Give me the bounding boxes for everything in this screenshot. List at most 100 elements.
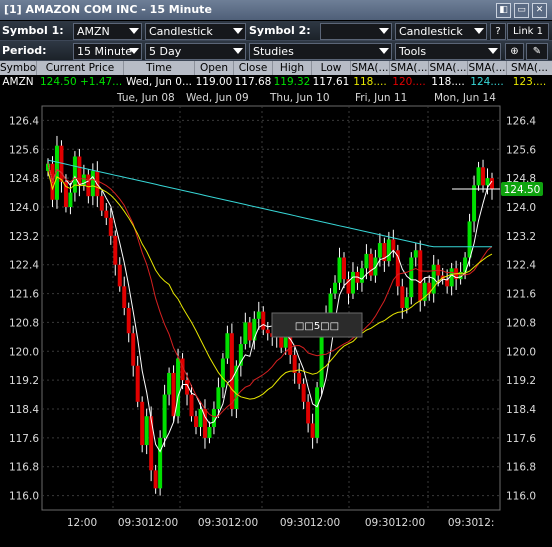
- y-tick-left: 120.8: [9, 317, 39, 329]
- candle-body: [68, 192, 73, 207]
- y-tick-left: 119.2: [9, 375, 39, 387]
- candle-body: [256, 311, 261, 319]
- candle-body: [328, 293, 333, 316]
- y-tick-right: 125.6: [506, 144, 536, 156]
- y-tick-left: 120.0: [9, 346, 39, 358]
- candle-body: [95, 170, 100, 197]
- x-tick: 09:30: [365, 517, 395, 529]
- candle-body: [261, 311, 266, 330]
- y-tick-right: 124.0: [506, 202, 536, 214]
- candle-body: [86, 174, 91, 197]
- candle-body: [265, 329, 270, 334]
- sma-line-cyan: [47, 159, 492, 248]
- y-tick-right: 120.0: [506, 346, 536, 358]
- y-tick-right: 119.2: [506, 375, 536, 387]
- candle-body: [409, 257, 414, 298]
- candle-body: [481, 167, 486, 186]
- candle-body: [117, 264, 122, 287]
- candle-body: [162, 394, 167, 438]
- candle-body: [104, 210, 109, 218]
- x-tick: 12:00: [228, 517, 258, 529]
- candle-body: [167, 372, 172, 395]
- candle-body: [176, 358, 181, 417]
- y-tick-right: 117.6: [506, 433, 536, 445]
- candle-body: [194, 416, 198, 428]
- y-tick-left: 125.6: [9, 144, 39, 156]
- candle-body: [216, 387, 221, 409]
- x-tick: 12:00: [148, 517, 178, 529]
- candle-body: [77, 156, 82, 186]
- candle-body: [153, 470, 158, 489]
- y-tick-right: 118.4: [506, 404, 536, 416]
- candle-body: [306, 401, 311, 424]
- y-tick-right: 123.2: [506, 231, 536, 243]
- price-chart[interactable]: 126.4 126.4125.6 125.6124.8 124.8124.0 124.0…: [0, 0, 552, 547]
- candle-body: [373, 257, 378, 276]
- candle-body: [418, 250, 423, 301]
- y-tick-right: 116.8: [506, 462, 536, 474]
- candle-body: [386, 239, 391, 262]
- candle-body: [413, 250, 418, 258]
- y-tick-left: 118.4: [9, 404, 39, 416]
- candle-body: [342, 257, 346, 280]
- candle-body: [171, 372, 176, 417]
- candle-body: [189, 394, 194, 417]
- y-tick-right: 121.6: [506, 289, 536, 301]
- candle-body: [144, 416, 149, 446]
- candle-body: [404, 297, 409, 308]
- candle-body: [198, 409, 203, 428]
- candle-body: [220, 358, 225, 388]
- candle-body: [301, 383, 306, 402]
- plot-frame: [41, 105, 501, 511]
- y-tick-right: 122.4: [506, 260, 536, 272]
- candle-body: [350, 271, 355, 294]
- y-tick-left: 117.6: [9, 433, 39, 445]
- candle-body: [337, 257, 342, 283]
- x-tick: 09:30: [118, 517, 148, 529]
- candle-body: [135, 365, 140, 402]
- x-tick: 09:30: [198, 517, 228, 529]
- candle-body: [364, 253, 369, 269]
- candle-body: [485, 178, 490, 186]
- x-tick: 12:00: [310, 517, 340, 529]
- candle-body: [391, 239, 396, 251]
- x-tick: 12:00: [67, 517, 97, 529]
- candle-body: [467, 221, 472, 258]
- candle-body: [149, 416, 154, 471]
- candle-body: [243, 322, 248, 345]
- x-tick: 12:00: [395, 517, 425, 529]
- candle-body: [315, 387, 320, 438]
- candle-body: [472, 185, 477, 222]
- y-tick-left: 121.6: [9, 289, 39, 301]
- candle-body: [247, 322, 252, 341]
- candle-body: [126, 308, 131, 334]
- candle-body: [90, 170, 95, 197]
- y-tick-left: 124.0: [9, 202, 39, 214]
- x-tick: 09:30: [280, 517, 310, 529]
- y-tick-left: 124.8: [9, 173, 39, 185]
- chart-window: [1] AMAZON COM INC - 15 Minute ◧ ▭ ✕ Sym…: [0, 0, 552, 547]
- y-tick-left: 126.4: [9, 115, 39, 127]
- candle-body: [72, 156, 77, 193]
- candle-body: [229, 333, 234, 409]
- bottom-border: [0, 532, 552, 547]
- candle-body: [449, 268, 454, 287]
- x-tick: 09:30: [448, 517, 478, 529]
- candle-body: [140, 401, 145, 446]
- candle-body: [113, 235, 118, 265]
- candle-body: [310, 423, 315, 438]
- candle-body: [377, 243, 382, 258]
- candle-body: [333, 282, 338, 294]
- candle-body: [211, 409, 216, 428]
- candle-body: [476, 167, 481, 186]
- y-tick-right: 116.0: [506, 491, 536, 503]
- candle-body: [400, 286, 405, 308]
- y-tick-left: 122.4: [9, 260, 39, 272]
- candle-body: [225, 333, 230, 359]
- candle-body: [359, 268, 364, 283]
- candle-body: [122, 286, 127, 308]
- candle-body: [297, 372, 302, 384]
- y-tick-right: 126.4: [506, 115, 536, 127]
- candle-body: [234, 365, 239, 409]
- candle-body: [158, 437, 163, 489]
